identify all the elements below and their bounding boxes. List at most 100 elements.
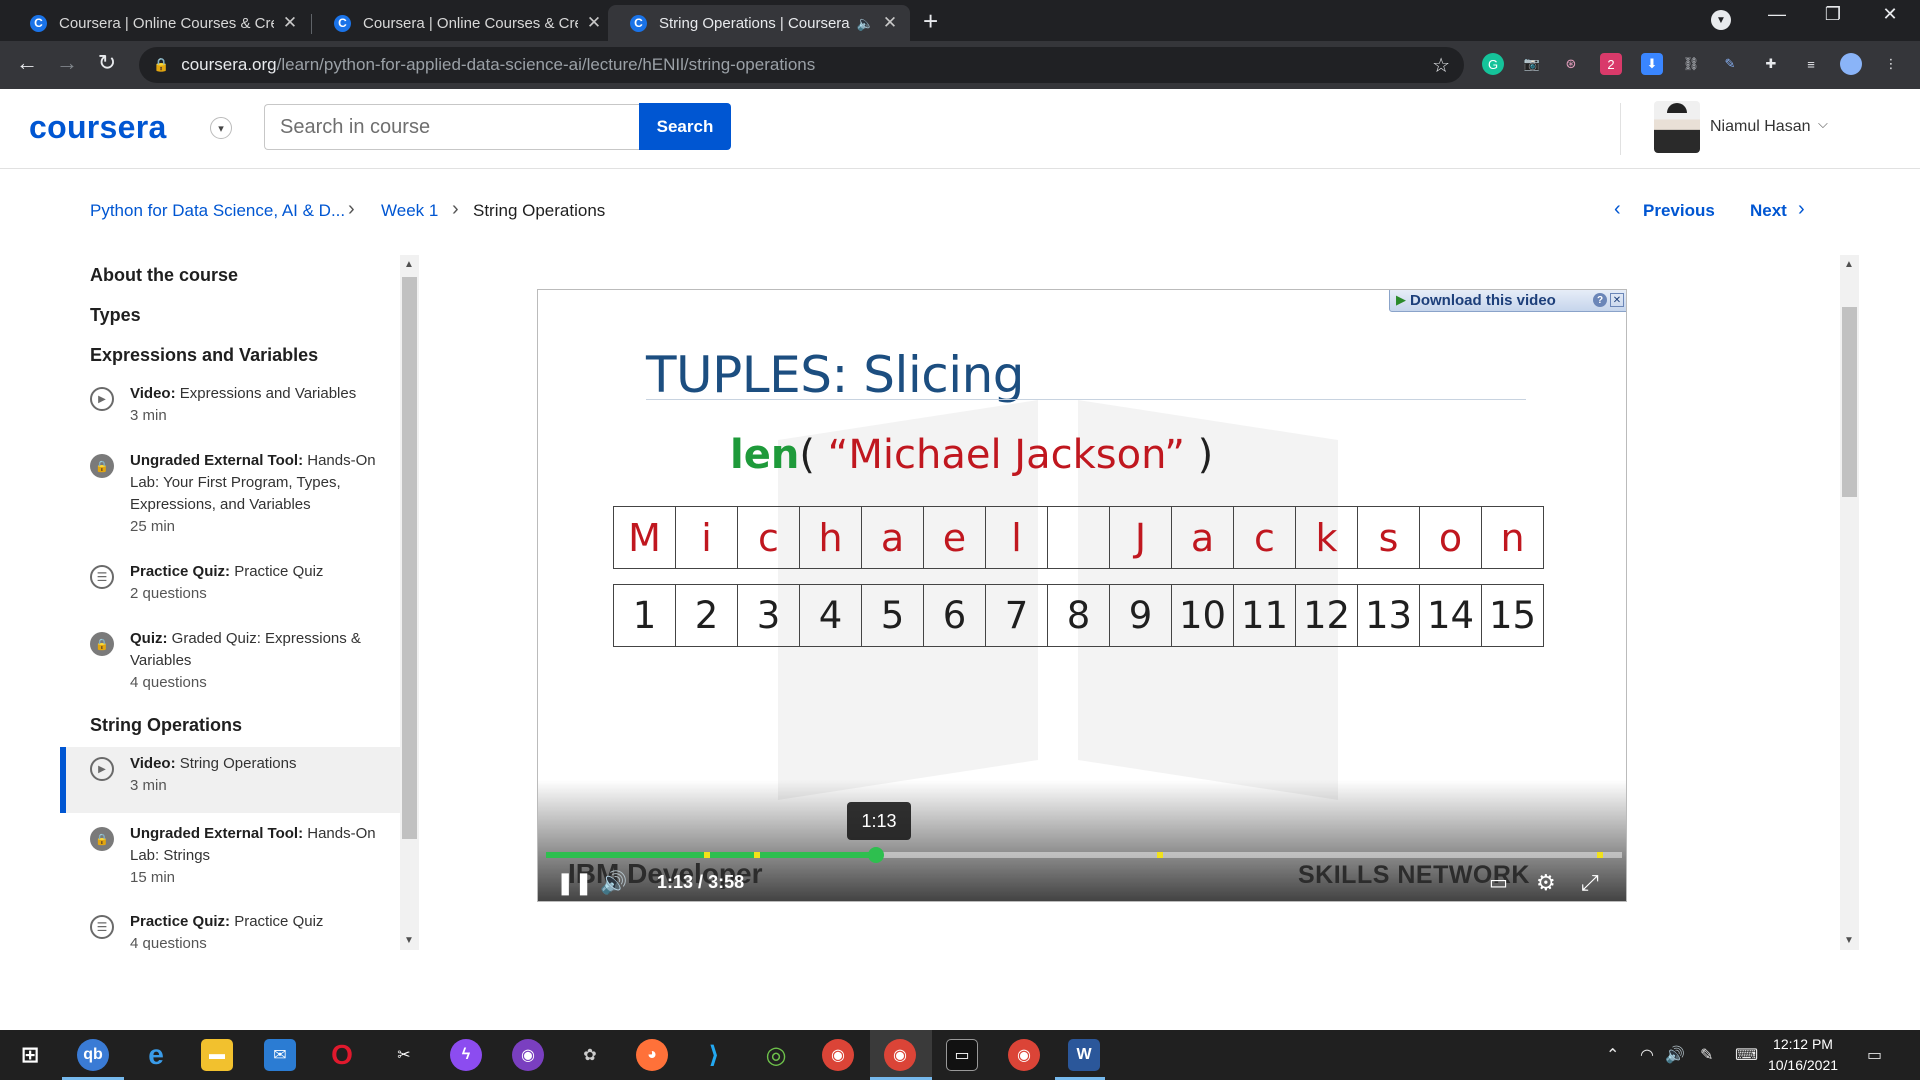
sidebar-scrollbar[interactable]: ▲ ▼: [400, 255, 419, 950]
chevron-down-icon[interactable]: ▾: [210, 117, 232, 139]
gear-icon[interactable]: ⚙: [1536, 870, 1556, 896]
list-item[interactable]: ☰ Practice Quiz: Practice Quiz 4 question…: [60, 911, 400, 950]
terminal-icon[interactable]: ▭: [946, 1039, 978, 1071]
new-tab-plus-icon[interactable]: +: [923, 6, 938, 37]
opera-icon[interactable]: O: [326, 1039, 358, 1071]
scrollbar-thumb[interactable]: [402, 277, 417, 839]
edge-icon[interactable]: e: [140, 1039, 172, 1071]
firefox-icon[interactable]: ◕: [636, 1039, 668, 1071]
scroll-up-icon[interactable]: ▲: [1844, 259, 1854, 270]
chrome-icon[interactable]: ◉: [884, 1039, 916, 1071]
section-string-operations[interactable]: String Operations: [90, 715, 242, 736]
next-button[interactable]: Next: [1750, 201, 1787, 221]
pen-icon[interactable]: ✎: [1700, 1045, 1713, 1065]
chevron-left-icon[interactable]: ‹: [1614, 198, 1621, 221]
close-icon[interactable]: ✕: [1610, 293, 1624, 307]
help-icon[interactable]: ?: [1593, 293, 1607, 307]
scroll-down-icon[interactable]: ▼: [1844, 935, 1854, 946]
extensions-puzzle-icon[interactable]: ✚: [1760, 53, 1782, 75]
chevron-right-icon[interactable]: ›: [1798, 198, 1805, 221]
chevron-down-icon[interactable]: ⌵: [1818, 116, 1828, 132]
main-scrollbar[interactable]: ▲ ▼: [1840, 255, 1859, 950]
list-item[interactable]: ☰ Practice Quiz: Practice Quiz 2 question…: [60, 561, 400, 621]
browser-tab[interactable]: C Coursera | Online Courses & Credential…: [8, 5, 310, 41]
download-video-banner[interactable]: ▶ Download this video ? ✕: [1389, 290, 1626, 312]
speaker-icon[interactable]: 🔈: [857, 15, 874, 32]
windows-start-icon[interactable]: ⊞: [14, 1039, 46, 1071]
link-extension-icon[interactable]: ⛓: [1680, 53, 1702, 75]
chapter-marker[interactable]: [704, 852, 711, 858]
clock[interactable]: 12:12 PM 10/16/2021: [1758, 1034, 1848, 1076]
minimize-icon[interactable]: —: [1757, 4, 1797, 25]
pen-extension-icon[interactable]: ✎: [1719, 53, 1741, 75]
section-about[interactable]: About the course: [90, 265, 238, 286]
forward-arrow-icon[interactable]: →: [52, 50, 82, 76]
grammarly-extension-icon[interactable]: G: [1482, 53, 1504, 75]
chevron-up-icon[interactable]: ⌃: [1606, 1045, 1619, 1065]
tab-search-icon[interactable]: ▼: [1711, 10, 1731, 30]
chapter-marker[interactable]: [1157, 852, 1164, 858]
section-expressions[interactable]: Expressions and Variables: [90, 345, 318, 366]
camera-extension-icon[interactable]: 📷: [1521, 53, 1543, 75]
breadcrumb-week[interactable]: Week 1: [381, 201, 438, 221]
captions-icon[interactable]: ▭: [1489, 870, 1508, 895]
paint-icon[interactable]: ✿: [574, 1039, 606, 1071]
browser-tab[interactable]: C Coursera | Online Courses & Credential…: [312, 5, 614, 41]
download-extension-icon[interactable]: ⬇: [1641, 53, 1663, 75]
close-tab-icon[interactable]: ✕: [880, 13, 900, 33]
menu-kebab-icon[interactable]: ⋮: [1880, 53, 1902, 75]
progress-bar[interactable]: [546, 847, 1622, 863]
snipping-tool-icon[interactable]: ✂: [388, 1039, 420, 1071]
close-tab-icon[interactable]: ✕: [280, 13, 300, 33]
list-item[interactable]: 🔒 Ungraded External Tool: Hands-On Lab: …: [60, 823, 400, 893]
browser-tab-active[interactable]: C String Operations | Coursera 🔈 ✕: [608, 5, 910, 41]
notification-icon[interactable]: ▭: [1867, 1045, 1882, 1065]
scroll-up-icon[interactable]: ▲: [404, 259, 414, 270]
restore-icon[interactable]: ❐: [1813, 4, 1853, 25]
word-icon[interactable]: W: [1068, 1039, 1100, 1071]
pdf-extension-icon[interactable]: 2: [1600, 53, 1622, 75]
qbittorrent-icon[interactable]: qb: [77, 1039, 109, 1071]
color-extension-icon[interactable]: ⊛: [1560, 53, 1582, 75]
search-input[interactable]: [264, 104, 640, 150]
file-explorer-icon[interactable]: ▬: [201, 1039, 233, 1071]
lock-icon: 🔒: [90, 827, 114, 851]
close-tab-icon[interactable]: ✕: [584, 13, 604, 33]
chapter-marker[interactable]: [1597, 852, 1604, 858]
back-arrow-icon[interactable]: ←: [12, 50, 42, 76]
list-item-active[interactable]: ▶ Video: String Operations 3 min: [60, 747, 400, 813]
address-bar[interactable]: 🔒 coursera.org/learn/python-for-applied-…: [139, 47, 1464, 83]
scrollbar-thumb[interactable]: [1842, 307, 1857, 497]
previous-button[interactable]: Previous: [1643, 201, 1715, 221]
pause-icon[interactable]: ❚❚: [556, 870, 593, 896]
volume-icon[interactable]: 🔊: [600, 870, 627, 896]
video-player[interactable]: ▶ Download this video ? ✕ TUPLES: Slicin…: [537, 289, 1627, 902]
avatar[interactable]: [1654, 101, 1700, 153]
volume-icon[interactable]: 🔊: [1665, 1045, 1685, 1065]
keyboard-icon[interactable]: ⌨: [1735, 1045, 1758, 1065]
list-item[interactable]: ▶ Video: Expressions and Variables 3 min: [60, 383, 400, 443]
list-item[interactable]: 🔒 Ungraded External Tool: Hands-On Lab: …: [60, 450, 400, 540]
wifi-icon[interactable]: ◠: [1640, 1045, 1654, 1065]
chrome-icon[interactable]: ◉: [1008, 1039, 1040, 1071]
bookmark-star-icon[interactable]: ☆: [1432, 53, 1450, 78]
breadcrumb-course[interactable]: Python for Data Science, AI & D...: [90, 201, 345, 221]
messenger-icon[interactable]: ϟ: [450, 1039, 482, 1071]
chapter-marker[interactable]: [753, 852, 760, 858]
search-button[interactable]: Search: [639, 103, 731, 150]
list-item[interactable]: 🔒 Quiz: Graded Quiz: Expressions & Varia…: [60, 628, 400, 698]
fullscreen-icon[interactable]: ⤢: [1581, 870, 1599, 896]
reload-icon[interactable]: ↻: [92, 50, 122, 76]
mail-icon[interactable]: ✉: [264, 1039, 296, 1071]
profile-avatar-icon[interactable]: [1840, 53, 1862, 75]
reading-list-icon[interactable]: ≡: [1800, 53, 1822, 75]
globe-app-icon[interactable]: ◎: [760, 1039, 792, 1071]
vscode-icon[interactable]: ⟩: [698, 1039, 730, 1071]
section-types[interactable]: Types: [90, 305, 141, 326]
user-name[interactable]: Niamul Hasan: [1710, 118, 1810, 136]
coursera-logo[interactable]: coursera: [29, 109, 167, 146]
scroll-down-icon[interactable]: ▼: [404, 935, 414, 946]
github-icon[interactable]: ◉: [512, 1039, 544, 1071]
chrome-icon[interactable]: ◉: [822, 1039, 854, 1071]
close-window-icon[interactable]: ✕: [1870, 4, 1910, 25]
